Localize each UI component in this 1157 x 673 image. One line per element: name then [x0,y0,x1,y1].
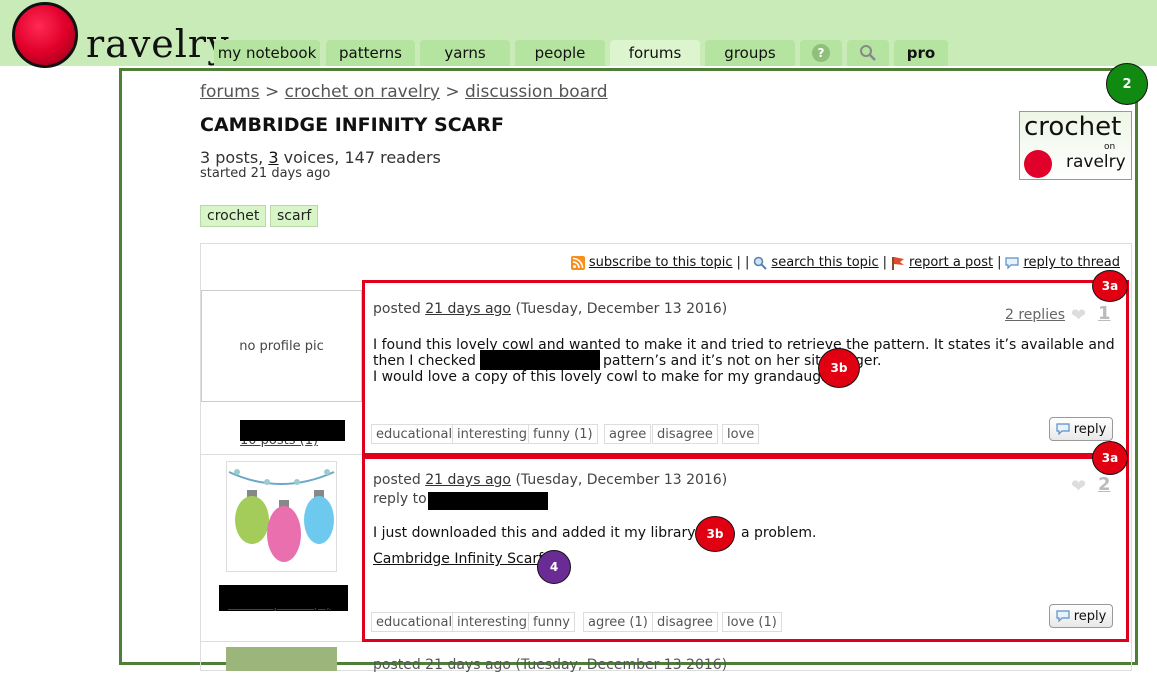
breadcrumb: forums > crochet on ravelry > discussion… [200,82,608,102]
heart-icon[interactable]: ❤ [1071,305,1086,326]
rate-love[interactable]: love [722,424,760,444]
thread-actions: subscribe to this topic | | search this … [570,255,1120,270]
tab-patterns[interactable]: patterns [326,40,415,66]
separator: | [997,255,1002,270]
breadcrumb-separator: > [445,82,460,102]
tab-my-notebook[interactable]: my notebook [214,40,320,66]
topic-title: CAMBRIDGE INFINITY SCARF [200,114,504,136]
redacted-username [219,585,348,611]
posted-date: (Tuesday, December 13 2016) [515,472,728,488]
pattern-link[interactable]: Cambridge Infinity Scarf [373,551,543,567]
flag-icon [892,256,905,270]
heart-icon[interactable]: ❤ [1071,476,1086,497]
topic-started: started 21 days ago [200,166,331,181]
speech-bubble-icon [1056,610,1070,622]
post-1-header: posted 21 days ago (Tuesday, December 13… [373,301,727,317]
tab-yarns[interactable]: yarns [420,40,510,66]
post-2-body-a: I just downloaded this and added it my l… [373,525,712,541]
profile-divider [201,454,362,455]
posts-count: 3 posts, [200,148,264,167]
help-tab[interactable]: ? [800,40,842,66]
redacted-username [428,492,548,510]
annotation-badge-3b: 3b [818,348,860,388]
breadcrumb-crochet-on-ravelry[interactable]: crochet on ravelry [285,82,440,102]
rate-funny[interactable]: funny (1) [528,424,598,444]
reply-label: reply [1073,608,1107,624]
separator: | [882,255,888,270]
like-count[interactable]: 2 [1098,474,1111,495]
reply-to-label: reply to [373,491,427,507]
tab-pro[interactable]: pro [894,40,948,66]
rss-icon [570,255,585,270]
rate-educational[interactable]: educational [371,424,458,444]
voices-count-link[interactable]: 3 [268,148,278,167]
help-icon: ? [812,44,830,62]
rate-love[interactable]: love (1) [722,612,782,632]
search-icon [860,45,876,61]
post-2-header: posted 21 days ago (Tuesday, December 13… [373,472,727,488]
report-post-link[interactable]: report a post [909,255,993,270]
tab-groups[interactable]: groups [705,40,795,66]
rate-agree[interactable]: agree (1) [583,612,653,632]
replies-link[interactable]: 2 replies [1005,307,1065,323]
posted-label: posted [373,472,421,488]
annotation-badge-4: 4 [537,550,571,584]
subscribe-link[interactable]: subscribe to this topic [589,255,733,270]
rate-interesting[interactable]: interesting [452,424,532,444]
annotation-badge-3a: 3a [1092,441,1128,475]
logo-word: crochet [1024,112,1122,142]
topic-stats: 3 posts, 3 voices, 147 readers [200,148,441,167]
breadcrumb-separator: > [264,82,280,102]
search-topic-link[interactable]: search this topic [771,255,878,270]
post-2-body-b: a problem. [741,525,817,541]
reply-button[interactable]: reply [1049,417,1113,441]
tag-crochet[interactable]: crochet [200,205,267,227]
speech-bubble-icon [1056,423,1070,435]
tag-scarf[interactable]: scarf [270,205,319,227]
post-1-body-line3: I would love a copy of this lovely cowl … [373,369,854,385]
rate-funny[interactable]: funny [528,612,575,632]
annotation-badge-3a: 3a [1092,270,1128,302]
search-tab[interactable] [847,40,889,66]
reply-label: reply [1073,421,1107,437]
search-icon [754,256,768,270]
rate-educational[interactable]: educational [371,612,458,632]
voices-readers-text: voices, 147 readers [283,148,441,167]
rate-disagree[interactable]: disagree [652,424,718,444]
crochet-on-ravelry-logo[interactable]: crochet on ravelry [1019,111,1132,180]
logo-on: on [1104,142,1116,152]
no-profile-pic: no profile pic [201,290,362,402]
reply-button[interactable]: reply [1049,604,1113,628]
redacted-username [240,420,345,441]
ravelry-logo-icon[interactable] [12,2,78,68]
post-1-body-line2a: then I checked [373,353,476,369]
posted-date: (Tuesday, December 13 2016) [515,301,728,317]
like-count[interactable]: 1 [1098,303,1111,324]
reply-to-thread-link[interactable]: reply to thread [1023,255,1120,270]
posted-label: posted [373,301,421,317]
tab-people[interactable]: people [515,40,605,66]
logo-dot-icon [1024,150,1052,178]
breadcrumb-forums[interactable]: forums [200,82,260,102]
ornament-avatar-image [228,469,335,562]
breadcrumb-discussion-board[interactable]: discussion board [465,82,608,102]
rate-disagree[interactable]: disagree [652,612,718,632]
redacted-username [480,350,600,370]
rate-interesting[interactable]: interesting [452,612,532,632]
user-avatar[interactable] [226,647,337,671]
annotation-badge-2: 2 [1106,63,1148,105]
tab-forums[interactable]: forums [610,40,700,66]
user-avatar[interactable] [226,461,337,572]
annotation-badge-3b: 3b [695,516,735,552]
logo-brand: ravelry [1066,152,1126,172]
separator: | | [736,255,750,270]
ravelry-logo-text[interactable]: ravelry [86,22,230,66]
profile-divider [201,641,362,642]
speech-bubble-icon [1005,256,1020,269]
posted-time-link[interactable]: 21 days ago [425,301,511,317]
posted-time-link[interactable]: 21 days ago [425,472,511,488]
rate-agree[interactable]: agree [604,424,652,444]
